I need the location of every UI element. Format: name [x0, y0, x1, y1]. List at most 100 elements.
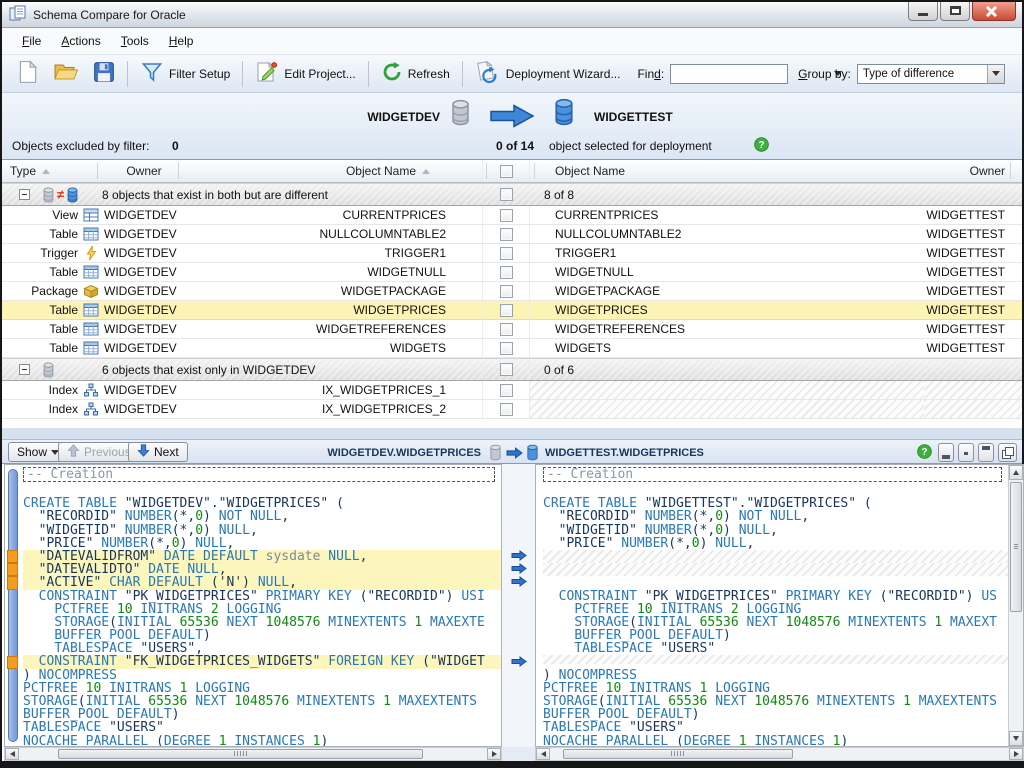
change-marker[interactable] [7, 576, 18, 589]
title-bar[interactable]: Schema Compare for Oracle [2, 2, 1022, 28]
column-header-owner-left[interactable]: Owner [104, 164, 184, 178]
target-sql-pane[interactable]: -- CreationCREATE TABLE "WIDGETTEST"."WI… [535, 464, 1024, 747]
scroll-left-button[interactable] [5, 748, 19, 760]
change-marker[interactable] [7, 550, 18, 563]
row-checkbox[interactable] [482, 301, 530, 319]
row-checkbox[interactable] [482, 400, 530, 418]
package-icon [78, 282, 104, 300]
menu-actions[interactable]: Actions [51, 30, 110, 52]
owner-cell: WIDGETDEV [104, 381, 184, 399]
refresh-button[interactable]: Refresh [374, 58, 457, 89]
collapsed-region-header[interactable]: -- Creation [543, 466, 1008, 484]
object-name-cell: IX_WIDGETPRICES_1 [184, 381, 482, 399]
select-all-checkbox[interactable] [482, 160, 530, 182]
row-checkbox[interactable] [482, 339, 530, 357]
scroll-up-button[interactable] [1009, 465, 1023, 480]
object-row-nullcolumntable2[interactable]: TableWIDGETDEVNULLCOLUMNTABLE2NULLCOLUMN… [2, 225, 1022, 244]
object-name-cell: WIDGETNULL [184, 263, 482, 281]
row-checkbox[interactable] [482, 320, 530, 338]
object-row-trigger1[interactable]: TriggerWIDGETDEVTRIGGER1TRIGGER1WIDGETTE… [2, 244, 1022, 263]
object-row-ix_widgetprices_2[interactable]: IndexWIDGETDEVIX_WIDGETPRICES_2 [2, 400, 1022, 419]
deploy-direction-arrow-icon [489, 103, 535, 132]
object-name-right-cell: WIDGETNULL [530, 263, 924, 281]
new-project-button[interactable] [10, 57, 46, 90]
change-marker[interactable] [7, 563, 18, 576]
object-row-widgets[interactable]: TableWIDGETDEVWIDGETSWIDGETSWIDGETTEST [2, 339, 1022, 358]
column-header-type[interactable]: Type [2, 164, 78, 178]
row-checkbox[interactable] [482, 244, 530, 262]
target-db-small-icon [526, 444, 539, 464]
save-project-button[interactable] [86, 58, 122, 89]
left-pane-horizontal-scrollbar[interactable] [4, 747, 502, 761]
row-checkbox[interactable] [482, 263, 530, 281]
horizontal-scroll-thumb[interactable] [563, 749, 793, 759]
row-checkbox[interactable] [482, 381, 530, 399]
collapse-toggle[interactable] [19, 189, 30, 200]
type-cell: Table [2, 339, 78, 357]
vertical-scroll-thumb[interactable] [1010, 482, 1022, 612]
group-row[interactable]: 6 objects that exist only in WIDGETDEV0 … [2, 358, 1022, 381]
menu-tools[interactable]: Tools [111, 30, 159, 52]
type-cell: Index [2, 400, 78, 418]
change-marker[interactable] [7, 656, 18, 669]
object-row-ix_widgetprices_1[interactable]: IndexWIDGETDEVIX_WIDGETPRICES_1 [2, 381, 1022, 400]
maximize-button[interactable] [940, 2, 970, 21]
object-name-cell: CURRENTPRICES [184, 206, 482, 224]
scroll-left-button[interactable] [536, 748, 550, 760]
scrollbar-gap [502, 747, 535, 761]
object-name-cell: WIDGETREFERENCES [184, 320, 482, 338]
edit-project-button[interactable]: Edit Project... [248, 58, 362, 89]
layout-bottom-pane-button[interactable] [938, 443, 954, 462]
object-row-widgetprices[interactable]: TableWIDGETDEVWIDGETPRICESWIDGETPRICESWI… [2, 301, 1022, 320]
menu-file[interactable]: File [12, 30, 51, 52]
pane-splitter[interactable] [2, 428, 1022, 439]
scroll-right-button[interactable] [1009, 748, 1023, 760]
column-header-object-right[interactable]: Object Name [530, 164, 924, 178]
object-name-right-cell [530, 400, 924, 418]
group-by-dropdown-arrow-icon[interactable] [987, 65, 1004, 83]
row-checkbox[interactable] [482, 225, 530, 243]
object-row-widgetreferences[interactable]: TableWIDGETDEVWIDGETREFERENCESWIDGETREFE… [2, 320, 1022, 339]
owner-cell: WIDGETDEV [104, 206, 184, 224]
next-difference-button[interactable]: Next [128, 442, 188, 462]
find-input[interactable] [670, 64, 788, 84]
row-checkbox[interactable] [482, 282, 530, 300]
object-name-right-cell: CURRENTPRICES [530, 206, 924, 224]
close-button[interactable] [972, 2, 1016, 21]
object-name-cell: NULLCOLUMNTABLE2 [184, 225, 482, 243]
minimize-button[interactable] [908, 2, 938, 21]
right-pane-vertical-scrollbar[interactable] [1008, 465, 1023, 746]
object-row-widgetnull[interactable]: TableWIDGETDEVWIDGETNULLWIDGETNULLWIDGET… [2, 263, 1022, 282]
selected-count: 0 of 14 [496, 139, 534, 153]
layout-float-pane-button[interactable] [998, 443, 1017, 462]
help-icon[interactable]: ? [917, 444, 932, 462]
group-checkbox[interactable] [482, 184, 530, 205]
source-sql-pane[interactable]: -- CreationCREATE TABLE "WIDGETDEV"."WID… [4, 464, 502, 747]
deployment-wizard-button[interactable]: Deployment Wizard... [468, 57, 628, 90]
owner-right-cell [924, 381, 1022, 399]
type-cell: Table [2, 301, 78, 319]
scroll-down-button[interactable] [1009, 731, 1023, 746]
group-row[interactable]: ≠8 objects that exist in both but are di… [2, 183, 1022, 206]
collapse-toggle[interactable] [19, 364, 30, 375]
column-header-object-left[interactable]: Object Name [184, 164, 482, 178]
object-row-currentprices[interactable]: ViewWIDGETDEVCURRENTPRICESCURRENTPRICESW… [2, 206, 1022, 225]
right-pane-horizontal-scrollbar[interactable] [535, 747, 1024, 761]
row-checkbox[interactable] [482, 206, 530, 224]
filter-setup-button[interactable]: Filter Setup [133, 58, 237, 89]
object-row-widgetpackage[interactable]: PackageWIDGETDEVWIDGETPACKAGEWIDGETPACKA… [2, 282, 1022, 301]
group-checkbox[interactable] [482, 359, 530, 380]
horizontal-scroll-thumb[interactable] [58, 749, 423, 759]
column-header-owner-right[interactable]: Owner [924, 164, 1022, 178]
change-overview-ruler[interactable] [8, 469, 18, 742]
group-by-select[interactable]: Type of difference [857, 64, 1005, 84]
object-name-cell: WIDGETPRICES [184, 301, 482, 319]
layout-split-pane-button[interactable] [958, 443, 974, 462]
help-icon[interactable]: ? [754, 137, 769, 155]
open-project-button[interactable] [46, 58, 86, 89]
layout-top-pane-button[interactable] [978, 443, 994, 462]
collapsed-region-header[interactable]: -- Creation [23, 466, 501, 484]
deployment-wizard-icon [475, 60, 501, 87]
scroll-right-button[interactable] [487, 748, 501, 760]
menu-help[interactable]: Help [159, 30, 204, 52]
